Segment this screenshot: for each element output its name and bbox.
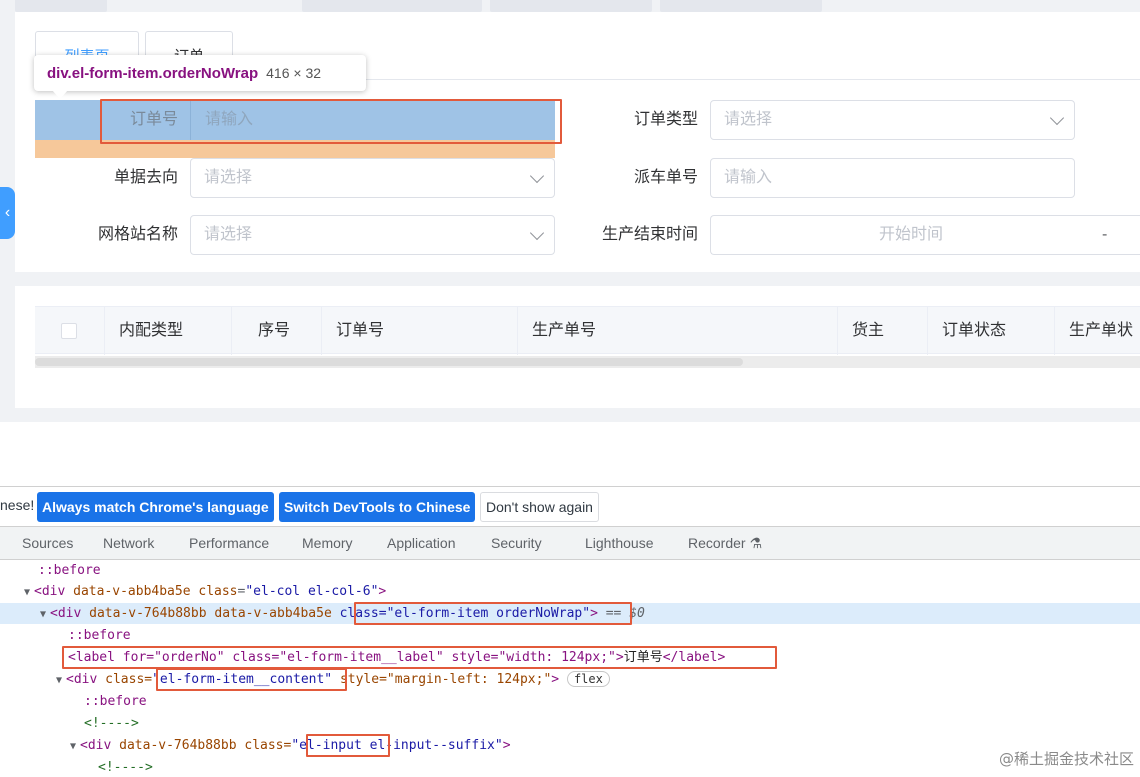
dispatch-no-input[interactable]: 请输入	[710, 158, 1075, 198]
tooltip-selector: div.el-form-item.orderNoWrap	[47, 65, 259, 82]
app-viewport: 列表页 订单 订单号 请输入 订单类型 请选择 单据去向 请选择 派车单号 请输…	[0, 0, 1140, 422]
top-tab[interactable]	[490, 0, 652, 12]
expand-triangle-icon[interactable]: ▼	[40, 604, 50, 625]
table-card: 内配类型 序号 订单号 生产单号 货主 订单状态 生产单状	[15, 286, 1140, 408]
select-all-cell	[35, 307, 105, 355]
attr-value: "el-col el-col-6"	[245, 584, 379, 599]
sidebar-collapse-button[interactable]: ‹	[0, 187, 15, 239]
dom-node-line[interactable]: <!---->	[0, 713, 1140, 734]
dom-node-line[interactable]: <!---->	[0, 757, 1140, 777]
dont-show-again-button[interactable]: Don't show again	[480, 492, 599, 522]
top-tab[interactable]	[302, 0, 482, 12]
chevron-down-icon	[529, 225, 545, 241]
expand-triangle-icon[interactable]: ▼	[70, 736, 80, 757]
select-placeholder: 请选择	[204, 226, 253, 243]
flex-badge[interactable]: flex	[566, 671, 610, 687]
pseudo-before: ::before	[68, 628, 131, 643]
dispatch-no-label: 派车单号	[633, 169, 698, 186]
top-tab[interactable]	[15, 0, 107, 12]
infobar-text: nese!	[0, 497, 35, 513]
dom-node-line[interactable]: ▼ <div data-v-764b88bb class="el-input el…	[0, 735, 1140, 756]
html-comment: <!---->	[84, 716, 139, 731]
devtools-gap	[0, 422, 1140, 484]
dom-node-line[interactable]: ::before	[0, 625, 1140, 646]
devtools-language-infobar: nese! Always match Chrome's language Swi…	[0, 486, 1140, 526]
tabs-divider	[233, 79, 1140, 80]
select-placeholder: 请选择	[204, 169, 253, 186]
grid-station-label: 网格站名称	[97, 226, 178, 243]
prod-end-time-range[interactable]: 开始时间 -	[710, 215, 1140, 255]
attr-name: class=	[105, 672, 153, 687]
dom-node-line[interactable]: ::before	[0, 691, 1140, 712]
tab-recorder[interactable]: Recorder ⚗	[688, 535, 762, 552]
tooltip-size: 416 × 32	[266, 65, 322, 81]
flask-icon: ⚗	[749, 535, 763, 551]
highlight-box	[354, 602, 632, 625]
attr-name: class=	[244, 738, 292, 753]
tab-sources[interactable]: Sources	[22, 535, 73, 551]
tag-name: div	[41, 584, 66, 599]
order-type-select[interactable]: 请选择	[710, 100, 1075, 140]
switch-to-chinese-button[interactable]: Switch DevTools to Chinese	[279, 492, 476, 522]
tag-name: div	[57, 606, 82, 621]
highlight-box	[100, 99, 562, 144]
top-tabs-strip	[0, 0, 1140, 12]
devtools-tabbar: Sources Network Performance Memory Appli…	[0, 526, 1140, 560]
top-tab[interactable]	[660, 0, 822, 12]
inspect-tooltip: div.el-form-item.orderNoWrap 416 × 32	[34, 55, 366, 91]
attr-name: data-v-764b88bb	[119, 738, 237, 753]
always-match-language-button[interactable]: Always match Chrome's language	[37, 492, 274, 522]
expand-triangle-icon[interactable]: ▼	[24, 582, 34, 603]
chevron-down-icon	[1049, 110, 1065, 126]
column-header[interactable]: 订单号	[322, 307, 518, 355]
scrollbar-thumb[interactable]	[35, 358, 743, 366]
highlight-box	[62, 646, 777, 669]
tab-network[interactable]: Network	[103, 535, 154, 551]
tag-name: div	[73, 672, 98, 687]
order-type-label: 订单类型	[633, 111, 698, 128]
column-header[interactable]: 序号	[232, 307, 322, 355]
highlight-box	[156, 668, 347, 691]
elements-panel: ::before ▼ <div data-v-abb4ba5e class="el…	[0, 560, 1140, 777]
tab-performance[interactable]: Performance	[189, 535, 269, 551]
attr-style: style="margin-left: 124px;"	[339, 672, 552, 687]
tab-label: Recorder	[688, 535, 746, 551]
doc-direction-label: 单据去向	[113, 169, 178, 186]
table-header: 内配类型 序号 订单号 生产单号 货主 订单状态 生产单状	[35, 306, 1140, 355]
chevron-left-icon: ‹	[4, 204, 11, 221]
expand-triangle-icon[interactable]: ▼	[56, 670, 66, 691]
dom-node-line[interactable]: ▼ <div data-v-abb4ba5e class="el-col el-c…	[0, 581, 1140, 602]
tag-name: div	[87, 738, 112, 753]
watermark: @稀土掘金技术社区	[998, 750, 1134, 768]
tab-memory[interactable]: Memory	[302, 535, 353, 551]
tab-lighthouse[interactable]: Lighthouse	[585, 535, 654, 551]
select-placeholder: 请选择	[724, 111, 773, 128]
column-header[interactable]: 生产单状	[1055, 307, 1140, 355]
chevron-down-icon	[529, 168, 545, 184]
date-start-input[interactable]: 开始时间	[711, 216, 1111, 254]
dom-node-line[interactable]: ::before	[0, 560, 1140, 581]
html-comment: <!---->	[98, 760, 153, 775]
attr-name: data-v-abb4ba5e	[73, 584, 191, 599]
highlight-box	[306, 734, 390, 757]
column-header[interactable]: 内配类型	[105, 307, 232, 355]
column-header[interactable]: 订单状态	[928, 307, 1055, 355]
column-header[interactable]: 货主	[838, 307, 928, 355]
grid-station-select[interactable]: 请选择	[190, 215, 555, 255]
date-range-separator: -	[1102, 226, 1108, 243]
column-header[interactable]: 生产单号	[518, 307, 838, 355]
attr-name: class	[198, 584, 238, 599]
tab-application[interactable]: Application	[387, 535, 456, 551]
select-all-checkbox[interactable]	[61, 323, 77, 339]
attr-name: data-v-764b88bb	[89, 606, 207, 621]
prod-end-time-label: 生产结束时间	[601, 226, 698, 243]
doc-direction-select[interactable]: 请选择	[190, 158, 555, 198]
pseudo-before: ::before	[38, 563, 101, 578]
attr-name: data-v-abb4ba5e	[214, 606, 332, 621]
tab-security[interactable]: Security	[491, 535, 542, 551]
horizontal-scrollbar[interactable]	[35, 356, 1140, 368]
tooltip-arrow	[52, 90, 68, 99]
pseudo-before: ::before	[84, 694, 147, 709]
